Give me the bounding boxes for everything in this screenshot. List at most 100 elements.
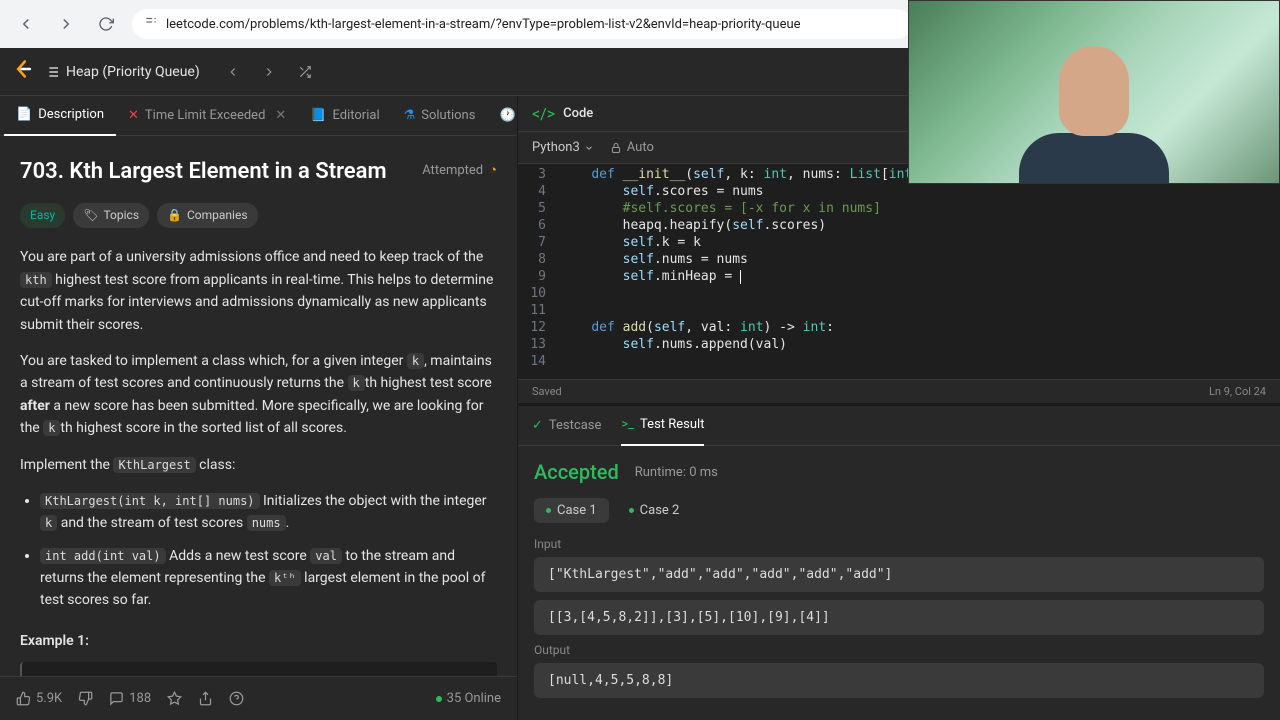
list-name: Heap (Priority Queue) (66, 64, 200, 80)
prev-problem[interactable] (218, 57, 248, 87)
browser-back[interactable] (12, 10, 40, 38)
problem-title: 703. Kth Largest Element in a Stream (20, 154, 387, 189)
editor-line[interactable]: 4 self.scores = nums (518, 183, 1280, 200)
line-code[interactable]: #self.scores = [-x for x in nums] (560, 200, 1280, 217)
editor-line[interactable]: 9 self.minHeap = (518, 268, 1280, 285)
next-problem[interactable] (254, 57, 284, 87)
input-block-2[interactable]: [[3,[4,5,8,2]],[3],[5],[10],[9],[4]] (534, 600, 1264, 635)
star-button[interactable] (167, 691, 182, 706)
browser-reload[interactable] (92, 10, 120, 38)
example-block: Input: ["KthLargest", "add", "add", "add… (20, 662, 497, 676)
dislike-button[interactable] (78, 691, 93, 706)
result-body: Accepted Runtime: 0 ms Case 1 Case 2 Inp… (518, 446, 1280, 720)
feedback-button[interactable] (229, 691, 244, 706)
line-code[interactable] (560, 285, 1280, 302)
case-1-tab[interactable]: Case 1 (534, 498, 609, 523)
check-icon: ✓ (532, 418, 543, 433)
attempted-badge: Attempted ◔ (422, 161, 497, 182)
editor-line[interactable]: 12 def add(self, val: int) -> int: (518, 319, 1280, 336)
line-number: 13 (518, 336, 560, 353)
line-code[interactable]: self.nums.append(val) (560, 336, 1280, 353)
tab-tle[interactable]: ✕ Time Limit Exceeded ✕ (116, 96, 298, 136)
editor-line[interactable]: 8 self.nums = nums (518, 251, 1280, 268)
chevron-down-icon (584, 143, 594, 153)
editor-status-bar: Saved Ln 9, Col 24 (518, 379, 1280, 403)
code-editor[interactable]: 3 def __init__(self, k: int, nums: List[… (518, 164, 1280, 379)
line-number: 6 (518, 217, 560, 234)
leetcode-logo[interactable] (14, 58, 34, 85)
attempted-icon: ◔ (489, 161, 497, 182)
auto-button[interactable]: Auto (610, 140, 654, 155)
tab-editorial[interactable]: 📘 Editorial (298, 96, 391, 136)
online-dot-icon (436, 696, 442, 702)
tab-solutions[interactable]: ⚗ Solutions (392, 96, 488, 136)
line-code[interactable]: heapq.heapify(self.scores) (560, 217, 1280, 234)
line-code[interactable]: self.k = k (560, 234, 1280, 251)
line-code[interactable]: def add(self, val: int) -> int: (560, 319, 1280, 336)
editor-line[interactable]: 11 (518, 302, 1280, 319)
line-number: 10 (518, 285, 560, 302)
companies-badge[interactable]: 🔒Companies (157, 203, 258, 228)
case-2-tab[interactable]: Case 2 (617, 498, 692, 523)
description-icon: 📄 (16, 107, 32, 122)
help-icon (229, 691, 244, 706)
line-code[interactable]: self.scores = nums (560, 183, 1280, 200)
terminal-icon: >_ (621, 417, 634, 432)
code-label: Code (563, 106, 593, 121)
webcam-overlay (908, 0, 1280, 184)
shuffle-problem[interactable] (290, 57, 320, 87)
like-button[interactable]: 5.9K (16, 691, 62, 706)
lock-icon (610, 142, 622, 154)
editor-line[interactable]: 7 self.k = k (518, 234, 1280, 251)
comments-button[interactable]: 188 (109, 691, 151, 706)
line-code[interactable]: self.nums = nums (560, 251, 1280, 268)
paragraph-2: You are tasked to implement a class whic… (20, 350, 497, 440)
comment-icon (109, 691, 124, 706)
line-number: 14 (518, 353, 560, 370)
close-tab-icon[interactable]: ✕ (275, 108, 286, 123)
editor-line[interactable]: 14 (518, 353, 1280, 370)
editor-line[interactable]: 6 heapq.heapify(self.scores) (518, 217, 1280, 234)
thumbs-down-icon (78, 691, 93, 706)
browser-forward[interactable] (52, 10, 80, 38)
line-number: 8 (518, 251, 560, 268)
example-label: Example 1: (20, 630, 497, 652)
list-icon (44, 64, 60, 80)
input-block-1[interactable]: ["KthLargest","add","add","add","add","a… (534, 557, 1264, 592)
input-label: Input (534, 537, 1264, 551)
runtime: Runtime: 0 ms (635, 465, 718, 480)
line-code[interactable]: self.minHeap = (560, 268, 1280, 285)
editor-line[interactable]: 13 self.nums.append(val) (518, 336, 1280, 353)
language-selector[interactable]: Python3 (532, 140, 594, 155)
share-button[interactable] (198, 691, 213, 706)
verdict: Accepted (534, 460, 619, 484)
tab-test-result[interactable]: >_ Test Result (621, 406, 704, 446)
line-code[interactable] (560, 302, 1280, 319)
star-icon (167, 691, 182, 706)
result-tabs: ✓ Testcase >_ Test Result (518, 406, 1280, 446)
thumbs-up-icon (16, 691, 31, 706)
output-block[interactable]: [null,4,5,5,8,8] (534, 663, 1264, 698)
line-code[interactable] (560, 353, 1280, 370)
flask-icon: ⚗ (404, 108, 416, 123)
clock-icon: 🕐 (499, 108, 515, 123)
line-number: 12 (518, 319, 560, 336)
tag-icon: 🏷 (83, 206, 98, 225)
editor-line[interactable]: 10 (518, 285, 1280, 302)
tab-description[interactable]: 📄 Description (4, 96, 116, 136)
output-label: Output (534, 643, 1264, 657)
topics-badge[interactable]: 🏷Topics (73, 203, 149, 228)
list-item-add: int add(int val) Adds a new test score v… (40, 545, 497, 612)
problem-content: 703. Kth Largest Element in a Stream Att… (0, 136, 517, 676)
line-number: 7 (518, 234, 560, 251)
url-text: leetcode.com/problems/kth-largest-elemen… (166, 17, 801, 32)
url-bar[interactable]: leetcode.com/problems/kth-largest-elemen… (132, 9, 912, 39)
tab-testcase[interactable]: ✓ Testcase (532, 406, 601, 446)
line-number: 11 (518, 302, 560, 319)
paragraph-3: Implement the KthLargest class: (20, 454, 497, 476)
problem-list-link[interactable]: Heap (Priority Queue) (44, 64, 200, 80)
list-item-ctor: KthLargest(int k, int[] nums) Initialize… (40, 490, 497, 535)
cursor-position: Ln 9, Col 24 (1209, 385, 1266, 398)
editor-line[interactable]: 5 #self.scores = [-x for x in nums] (518, 200, 1280, 217)
saved-status: Saved (532, 385, 562, 398)
